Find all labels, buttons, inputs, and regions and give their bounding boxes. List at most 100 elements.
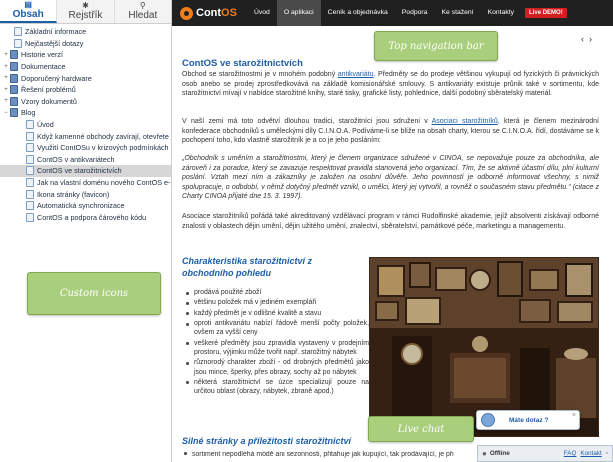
callout-top-navigation: Top navigation bar xyxy=(374,31,498,61)
link-asociace[interactable]: Asociaci starožitníků xyxy=(432,118,498,125)
page-icon xyxy=(26,201,34,211)
quote-cinoa: „Obchodník s uměním a starožitnostmi, kt… xyxy=(182,155,599,200)
search-icon: ⚲ xyxy=(139,1,146,10)
tree-item[interactable]: ContOS ve starožitnictvích xyxy=(0,165,171,177)
nav-item[interactable]: Úvod xyxy=(247,0,277,26)
book-icon xyxy=(10,85,18,95)
page-icon xyxy=(14,27,22,37)
tree-item-label: Jak na vlastní doménu nového ContOS e-sh xyxy=(37,178,171,188)
chat-contact-link[interactable]: Kontakt xyxy=(580,450,601,457)
tree-item-label: Když kamenné obchody zavírají, otevřete … xyxy=(37,131,171,141)
tree-item[interactable]: Základní informace xyxy=(0,26,171,38)
tree-item-label: Využití ContOSu v krizových podmínkách xyxy=(37,143,169,153)
live-demo-button[interactable]: Live DEMO! xyxy=(525,8,567,18)
contents-tree: Základní informace Nejčastější dotazy + His… xyxy=(0,24,171,223)
chat-collapse-icon[interactable]: ▫ xyxy=(606,450,608,457)
tree-item[interactable]: + Řešení problémů xyxy=(0,84,171,96)
expand-icon[interactable]: + xyxy=(2,52,10,58)
next-page-icon[interactable]: › xyxy=(589,34,597,44)
nav-item[interactable]: Podpora xyxy=(395,0,435,26)
link-antikvariat[interactable]: antikvariátu xyxy=(338,71,374,78)
tree-item[interactable]: + Vzory dokumentů xyxy=(0,96,171,108)
strengths-first-line: sortiment nepodléhá módě ani sezonnosti,… xyxy=(182,451,472,458)
chat-bubble-icon: ● xyxy=(482,449,487,458)
tree-item[interactable]: Ikona stránky (favicon) xyxy=(0,188,171,200)
asterisk-icon: ✱ xyxy=(82,1,89,10)
app-window: ▤ Obsah ✱ Rejstřík ⚲ Hledat Základní inf… xyxy=(0,0,613,462)
tree-item-label: Automatická synchronizace xyxy=(37,201,125,211)
paragraph-tradition: V naší zemi má toto odvětví dlouhou trad… xyxy=(182,118,600,144)
paragraph-academy: Asociace starožitníků pořádá také akredi… xyxy=(182,213,599,230)
tree-item[interactable]: Využití ContOSu v krizových podmínkách xyxy=(0,142,171,154)
tab-search-label: Hledat xyxy=(128,10,158,21)
page-icon xyxy=(26,189,34,199)
tree-item-label: ContOS v antikvariátech xyxy=(37,154,115,164)
list-item: prodává použité zboží xyxy=(184,288,369,297)
expand-icon[interactable]: + xyxy=(2,64,10,70)
tree-item-label: Doporučený hardware xyxy=(21,73,92,83)
logo-text: ContOS xyxy=(196,7,237,19)
tree-item-label: ContOS ve starožitnictvích xyxy=(37,166,122,176)
tab-contents-label: Obsah xyxy=(12,9,44,20)
expand-icon[interactable]: + xyxy=(2,98,10,104)
tree-item[interactable]: ContOS a podpora čárového kódu xyxy=(0,212,171,224)
book-icon xyxy=(10,96,18,106)
nav-item[interactable]: Ceník a objednávka xyxy=(321,0,395,26)
top-navigation-bar: ContOS Úvod O aplikaci Ceník a objednávka P… xyxy=(172,0,613,26)
tree-item-label: Historie verzí xyxy=(21,50,63,60)
tree-item[interactable]: Když kamenné obchody zavírají, otevřete … xyxy=(0,130,171,142)
operator-avatar xyxy=(481,413,495,427)
expand-icon[interactable]: + xyxy=(2,87,10,93)
list-item: některá starožitnictví se úzce specializ… xyxy=(184,378,369,396)
characteristics-list: prodává použité zboží většinu položek má … xyxy=(184,288,369,398)
page-pager: ‹› xyxy=(581,34,597,44)
list-item: většinu položek má v jediném exempláři xyxy=(184,298,369,307)
chat-invite-close-icon[interactable]: × xyxy=(572,412,576,419)
prev-page-icon[interactable]: ‹ xyxy=(581,34,589,44)
section-heading-characteristics: Charakteristika starožitnictví z obchodn… xyxy=(182,256,313,278)
book-icon xyxy=(10,108,18,118)
tree-item[interactable]: + Dokumentace xyxy=(0,61,171,73)
tab-index[interactable]: ✱ Rejstřík xyxy=(57,0,115,23)
tree-item[interactable]: Nejčastější dotazy xyxy=(0,38,171,50)
chat-status-bar[interactable]: ● Offline FAQ Kontakt ▫ xyxy=(477,445,613,462)
tree-item-label: Základní informace xyxy=(25,27,87,37)
chat-invite-bubble[interactable]: Máte dotaz ? × xyxy=(476,410,580,430)
chat-faq-link[interactable]: FAQ xyxy=(564,450,577,457)
page-title: ContOS ve starožitnictvích xyxy=(182,58,303,69)
page-icon xyxy=(26,143,34,153)
nav-item[interactable]: Kontakty xyxy=(481,0,521,26)
tree-item-label: Dokumentace xyxy=(21,62,66,72)
tab-search[interactable]: ⚲ Hledat xyxy=(115,0,171,23)
tree-item[interactable]: Úvod xyxy=(0,119,171,131)
list-item: různorodý charakter zboží - od drobných … xyxy=(184,358,369,376)
tab-contents[interactable]: ▤ Obsah xyxy=(0,0,58,23)
tab-index-label: Rejstřík xyxy=(68,10,103,21)
tree-item[interactable]: Jak na vlastní doménu nového ContOS e-sh xyxy=(0,177,171,189)
callout-custom-icons: Custom icons xyxy=(27,272,161,315)
collapse-icon[interactable]: − xyxy=(2,110,10,116)
book-icon xyxy=(10,73,18,83)
tree-item[interactable]: + Doporučený hardware xyxy=(0,72,171,84)
page-icon xyxy=(26,120,34,130)
nav-item[interactable]: Ke stažení xyxy=(434,0,480,26)
chat-invite-text: Máte dotaz ? xyxy=(509,416,549,424)
tree-item[interactable]: Automatická synchronizace xyxy=(0,200,171,212)
section-heading-strengths: Silné stránky a příležitosti starožitnic… xyxy=(182,436,352,446)
tree-item-label: Nejčastější dotazy xyxy=(25,38,84,48)
book-icon xyxy=(10,50,18,60)
nav-item[interactable]: O aplikaci xyxy=(276,0,321,26)
nav-menu: Úvod O aplikaci Ceník a objednávka Podpora K… xyxy=(247,0,521,26)
book-icon: ▤ xyxy=(24,0,32,9)
tree-item[interactable]: − Blog xyxy=(0,107,171,119)
page-icon xyxy=(26,131,34,141)
expand-icon[interactable]: + xyxy=(2,75,10,81)
main-content: ‹› ContOS ve starožitnictvích Obchod se … xyxy=(172,26,613,462)
tree-item[interactable]: ContOS v antikvariátech xyxy=(0,154,171,166)
page-icon xyxy=(26,154,34,164)
page-icon xyxy=(26,178,34,188)
contos-logo[interactable]: ContOS xyxy=(180,6,237,20)
chat-status-text: Offline xyxy=(489,450,510,457)
page-icon xyxy=(26,212,34,222)
tree-item[interactable]: + Historie verzí xyxy=(0,49,171,61)
